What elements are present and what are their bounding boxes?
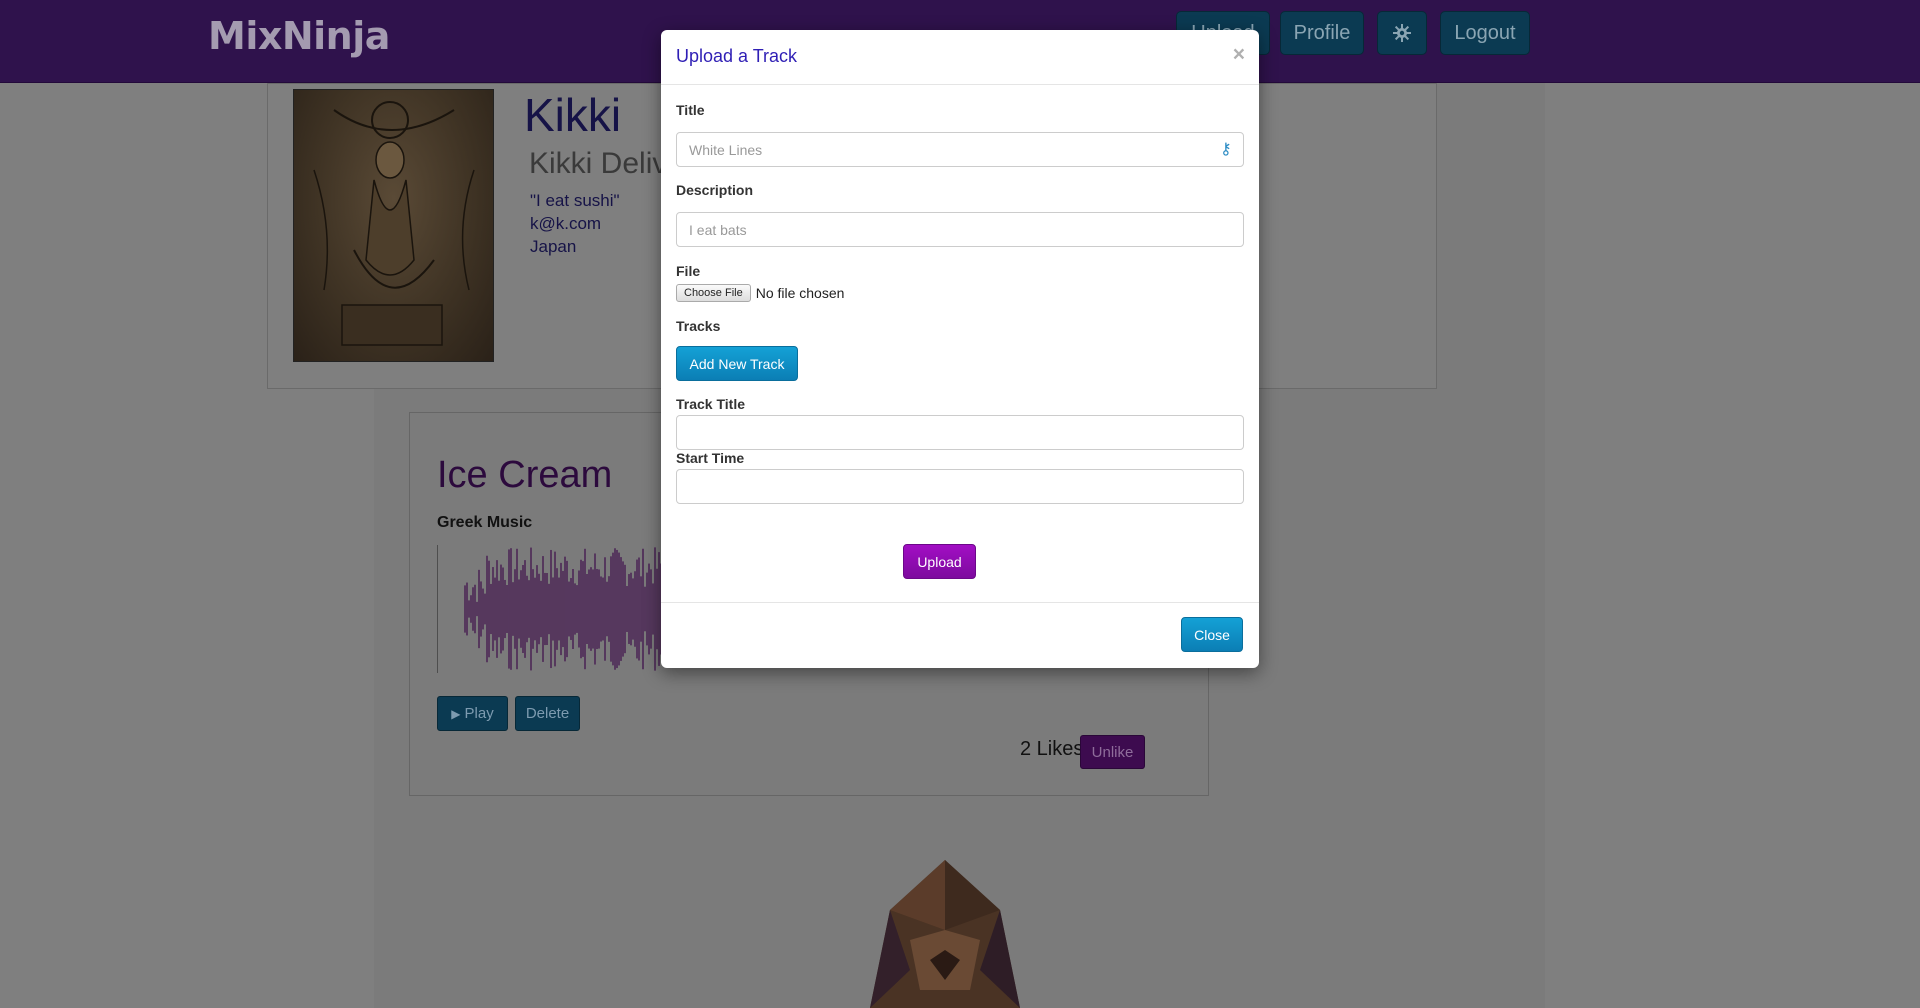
profile-nav-button[interactable]: Profile [1280,11,1364,55]
choose-file-button[interactable]: Choose File [676,284,751,302]
profile-email: k@k.com [530,214,602,233]
lion-artwork [870,860,1020,1008]
start-time-label: Start Time [676,450,745,466]
waveform[interactable] [437,545,667,673]
upload-submit-button[interactable]: Upload [903,544,976,579]
modal-footer [661,602,1259,668]
file-label: File [676,263,701,279]
gear-icon [1393,24,1411,42]
track-title: Ice Cream [437,454,613,496]
modal-header: Upload a Track × [661,30,1259,85]
play-icon: ▶ [451,706,461,721]
tracks-label: Tracks [676,318,721,334]
profile-location: Japan [530,237,577,256]
description-label: Description [676,182,754,198]
delete-button[interactable]: Delete [515,696,580,731]
play-label: Play [464,705,494,722]
profile-avatar [293,89,494,362]
add-new-track-button[interactable]: Add New Track [676,346,798,381]
title-input[interactable] [676,132,1244,167]
play-button[interactable]: ▶ Play [437,696,508,731]
brand-logo[interactable]: MixNinja [208,14,390,58]
close-icon[interactable]: × [1233,44,1245,65]
file-picker: Choose File No file chosen [676,284,844,302]
close-button[interactable]: Close [1181,617,1243,652]
autofill-key-icon[interactable]: ⚷ [1220,139,1232,159]
title-label: Title [676,102,705,118]
file-status: No file chosen [755,285,845,301]
settings-button[interactable] [1377,11,1427,55]
likes-count: 2 Likes [1020,738,1084,760]
start-time-input[interactable] [676,469,1244,504]
profile-quote: "I eat sushi" [530,191,620,210]
logout-nav-button[interactable]: Logout [1440,11,1530,55]
track-genre: Greek Music [437,514,533,531]
description-input[interactable] [676,212,1244,247]
track-title-label: Track Title [676,396,746,412]
avatar-artwork [313,101,475,346]
unlike-button[interactable]: Unlike [1080,735,1145,769]
profile-name: Kikki [524,89,622,141]
modal-title: Upload a Track [676,46,798,66]
track-title-input[interactable] [676,415,1244,450]
upload-modal: Upload a Track × Title ⚷ Description Fil… [661,30,1259,668]
